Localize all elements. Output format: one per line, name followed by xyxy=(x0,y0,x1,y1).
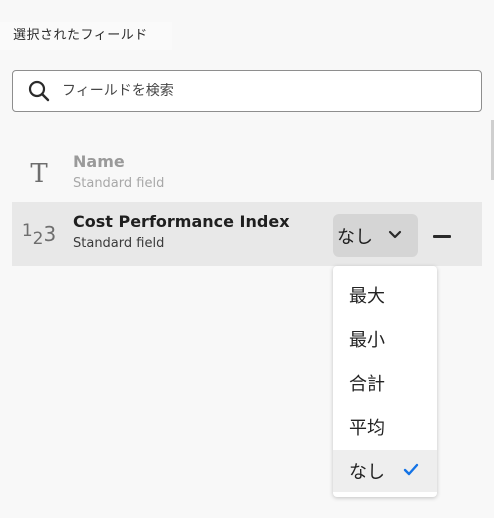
remove-field-button[interactable] xyxy=(431,222,453,250)
field-row-cost-performance-index[interactable]: 123 Cost Performance Index Standard fiel… xyxy=(12,202,482,266)
search-field[interactable] xyxy=(12,70,482,112)
minus-icon xyxy=(433,234,451,238)
aggregation-value: なし xyxy=(337,226,373,248)
panel-title: 選択されたフィールド xyxy=(0,22,172,50)
aggregation-picker[interactable]: なし xyxy=(333,214,418,257)
menu-item-min[interactable]: 最小 xyxy=(333,319,437,359)
menu-item-max[interactable]: 最大 xyxy=(333,275,437,315)
search-icon xyxy=(28,80,50,102)
text-type-icon: T xyxy=(30,159,48,189)
number-type-icon: 123 xyxy=(21,221,57,249)
field-row-name[interactable]: T Name Standard field xyxy=(12,142,482,206)
aggregation-menu: 最大 最小 合計 平均 なし xyxy=(333,266,437,497)
field-subtitle: Standard field xyxy=(73,236,165,251)
menu-item-average[interactable]: 平均 xyxy=(333,407,437,447)
search-input[interactable] xyxy=(62,83,481,99)
checkmark-icon xyxy=(403,463,419,476)
field-subtitle: Standard field xyxy=(73,176,165,191)
field-name: Name xyxy=(73,152,125,171)
field-name: Cost Performance Index xyxy=(73,212,290,231)
menu-item-sum[interactable]: 合計 xyxy=(333,363,437,403)
menu-item-label: なし xyxy=(349,462,385,483)
chevron-down-icon xyxy=(388,230,402,239)
menu-item-none[interactable]: なし xyxy=(333,450,437,492)
